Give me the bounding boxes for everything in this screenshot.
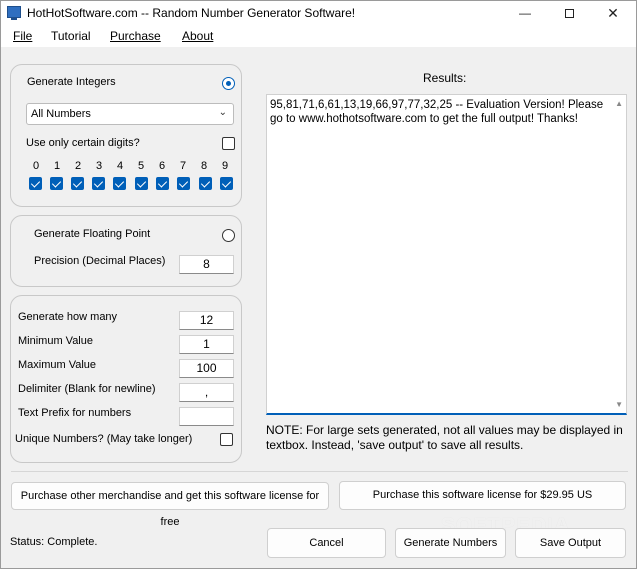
divider <box>11 471 628 472</box>
digit-checkbox-0[interactable] <box>29 177 42 190</box>
integers-label: Generate Integers <box>27 76 116 88</box>
precision-label: Precision (Decimal Places) <box>34 255 166 267</box>
certain-digits-label: Use only certain digits? <box>26 137 140 149</box>
digit-label: 1 <box>53 160 61 172</box>
integers-radio[interactable] <box>222 77 235 90</box>
min-value-input[interactable]: 1 <box>179 335 234 354</box>
digit-checkbox-9[interactable] <box>220 177 233 190</box>
unique-label: Unique Numbers? (May take longer) <box>15 433 193 445</box>
purchase-license-button[interactable]: Purchase this software license for $29.9… <box>339 481 626 510</box>
menu-file[interactable]: File <box>13 29 32 43</box>
results-label: Results: <box>423 71 467 85</box>
chevron-down-icon: ⌄ <box>218 107 227 118</box>
menu-purchase[interactable]: Purchase <box>110 29 161 43</box>
number-type-dropdown[interactable]: All Numbers ⌄ <box>26 103 234 125</box>
digit-checkbox-7[interactable] <box>177 177 190 190</box>
digit-label: 8 <box>200 160 208 172</box>
digit-label: 9 <box>221 160 229 172</box>
unique-checkbox[interactable] <box>220 433 233 446</box>
digit-label: 7 <box>179 160 187 172</box>
digit-checkbox-6[interactable] <box>156 177 169 190</box>
max-value-input[interactable]: 100 <box>179 359 234 378</box>
digit-checkbox-1[interactable] <box>50 177 63 190</box>
results-text: 95,81,71,6,61,13,19,66,97,77,32,25 -- Ev… <box>270 99 604 125</box>
menu-about[interactable]: About <box>182 29 213 43</box>
precision-input[interactable]: 8 <box>179 255 234 274</box>
floating-radio[interactable] <box>222 229 235 242</box>
menu-about-label: About <box>182 29 214 43</box>
maximize-icon <box>564 9 574 19</box>
digit-label: 2 <box>74 160 82 172</box>
digit-checkbox-8[interactable] <box>199 177 212 190</box>
digit-checkbox-5[interactable] <box>135 177 148 190</box>
floating-panel <box>10 215 242 287</box>
menu-bar: File Tutorial Purchase About <box>1 25 636 47</box>
close-button[interactable]: ✕ <box>591 1 635 25</box>
scroll-down-icon[interactable]: ▼ <box>615 400 623 409</box>
status-text: Status: Complete. <box>10 536 98 548</box>
min-value-label: Minimum Value <box>18 335 93 347</box>
maximize-button[interactable] <box>547 1 591 25</box>
digit-label: 0 <box>32 160 40 172</box>
purchase-merch-button[interactable]: Purchase other merchandise and get this … <box>11 482 329 528</box>
app-monitor-icon <box>7 6 21 20</box>
save-output-button[interactable]: Save Output <box>515 528 626 558</box>
generate-numbers-button[interactable]: Generate Numbers <box>395 528 506 558</box>
scroll-up-icon[interactable]: ▲ <box>615 99 623 108</box>
digit-checkbox-3[interactable] <box>92 177 105 190</box>
menu-tutorial[interactable]: Tutorial <box>51 29 91 43</box>
menu-purchase-label: Purchase <box>110 29 161 43</box>
digit-label: 5 <box>137 160 145 172</box>
title-bar: HotHotSoftware.com -- Random Number Gene… <box>1 1 636 25</box>
cancel-button[interactable]: Cancel <box>267 528 386 558</box>
window-title: HotHotSoftware.com -- Random Number Gene… <box>27 6 356 20</box>
prefix-input[interactable] <box>179 407 234 426</box>
menu-file-label: File <box>13 29 33 43</box>
note-text: NOTE: For large sets generated, not all … <box>266 423 623 452</box>
number-type-value: All Numbers <box>31 108 91 120</box>
delimiter-input[interactable]: , <box>179 383 234 402</box>
how-many-input[interactable]: 12 <box>179 311 234 330</box>
floating-label: Generate Floating Point <box>34 228 151 240</box>
digit-label: 4 <box>116 160 124 172</box>
app-window: HotHotSoftware.com -- Random Number Gene… <box>0 0 637 569</box>
prefix-label: Text Prefix for numbers <box>18 407 132 419</box>
digit-checkbox-2[interactable] <box>71 177 84 190</box>
digit-label: 3 <box>95 160 103 172</box>
certain-digits-checkbox[interactable] <box>222 137 235 150</box>
digit-checkbox-4[interactable] <box>113 177 126 190</box>
digit-label: 6 <box>158 160 166 172</box>
minimize-button[interactable]: — <box>503 1 547 25</box>
delimiter-label: Delimiter (Blank for newline) <box>18 383 156 395</box>
max-value-label: Maximum Value <box>18 359 97 371</box>
how-many-label: Generate how many <box>18 311 118 323</box>
results-textbox[interactable]: 95,81,71,6,61,13,19,66,97,77,32,25 -- Ev… <box>266 94 627 415</box>
